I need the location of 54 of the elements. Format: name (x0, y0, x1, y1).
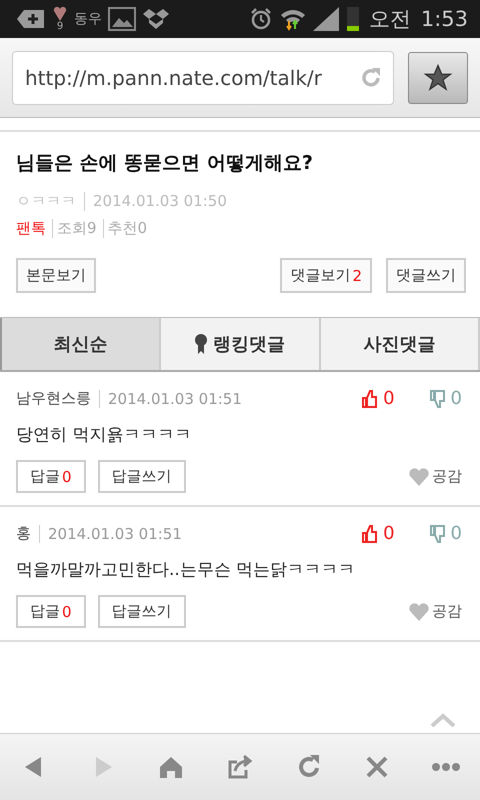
thumbs-up-icon[interactable] (361, 390, 378, 408)
thumbs-down-icon[interactable] (428, 524, 445, 542)
post-author: ㅇㅋㅋㅋ (16, 192, 76, 211)
empathy-label[interactable]: 공감 (432, 602, 462, 621)
post-title: 님들은 손에 똥묻으면 어떻게해요? (16, 151, 314, 176)
recommend-count: 추천0 (102, 219, 148, 238)
add-notification-icon (16, 8, 46, 30)
post-date: 2014.01.03 01:50 (84, 192, 227, 211)
post-action-button[interactable]: 본문보기 (16, 258, 96, 293)
comment-tab[interactable]: 랭킹댓글 (161, 318, 321, 370)
like-count: 0 (383, 523, 395, 544)
comment-date: 2014.01.03 01:51 (39, 524, 182, 542)
thumbs-down-icon[interactable] (428, 390, 445, 408)
wifi-icon (278, 7, 307, 31)
reply-button[interactable]: 답글 0 (16, 460, 86, 493)
battery-icon (346, 7, 359, 31)
notification-count: 9 (56, 22, 64, 32)
am-pm-text: 오전 (368, 6, 411, 33)
post-action-button[interactable]: 댓글쓰기 (386, 258, 466, 293)
heart-icon[interactable] (408, 466, 430, 486)
empathy-label[interactable]: 공감 (432, 467, 462, 486)
signal-icon (312, 7, 341, 31)
comment-tab[interactable]: 최신순 (0, 318, 162, 370)
share-icon (226, 753, 254, 781)
scroll-up-icon[interactable] (430, 713, 456, 727)
comment-text: 먹을까말까고민한다..는무슨 먹는닭ㅋㅋㅋㅋ (16, 559, 356, 581)
write-reply-button[interactable]: 답글쓰기 (98, 595, 186, 628)
comment-author: 홍 (16, 524, 31, 543)
ribbon-icon (194, 334, 207, 354)
clock-time: 1:53 (420, 7, 468, 31)
dislike-count: 0 (450, 523, 462, 544)
url-field[interactable]: http://m.pann.nate.com/talk/r (12, 50, 394, 104)
comment-date: 2014.01.03 01:51 (99, 390, 242, 408)
write-reply-button[interactable]: 답글쓰기 (98, 460, 186, 493)
heart-icon[interactable] (408, 602, 430, 622)
like-count: 0 (383, 388, 395, 409)
comment-tab[interactable]: 사진댓글 (320, 318, 480, 370)
comment-author: 남우현스릉 (16, 389, 91, 408)
dislike-count: 0 (450, 388, 462, 409)
post-category[interactable]: 팬톡 (16, 219, 46, 238)
box-icon (142, 7, 170, 31)
alarm-icon (248, 7, 273, 31)
post-action-button[interactable]: 댓글보기 2 (280, 258, 372, 293)
reply-button[interactable]: 답글 0 (16, 595, 86, 628)
bookmark-button[interactable] (408, 52, 468, 104)
notification-text: 동우 (74, 10, 102, 28)
more-icon (432, 763, 460, 771)
image-icon (108, 7, 136, 31)
heart-icon (52, 6, 68, 22)
thumbs-up-icon[interactable] (361, 524, 378, 542)
star-icon (423, 62, 453, 92)
view-count: 조회9 (52, 219, 97, 238)
comment-text: 당연히 먹지욝ㅋㅋㅋㅋ (16, 424, 192, 446)
reload-icon[interactable] (359, 66, 383, 90)
